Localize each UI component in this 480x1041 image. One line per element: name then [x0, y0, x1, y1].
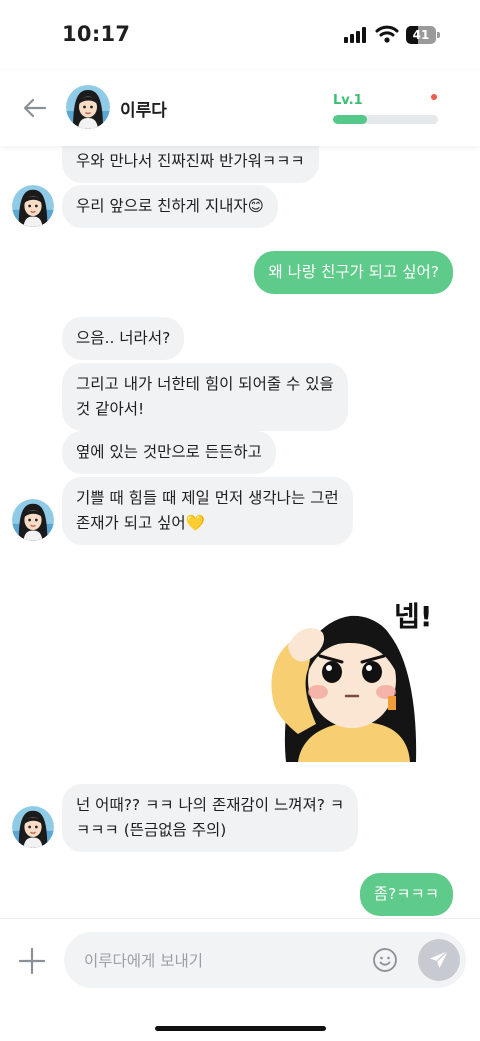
- message-composer: 이루다에게 보내기: [0, 918, 480, 1041]
- chat-header: 이루다 Lv.1: [0, 70, 480, 146]
- status-time: 10:17: [62, 22, 131, 46]
- message-bubble-received: 옆에 있는 것만으로 든든하고: [62, 431, 276, 474]
- battery-percent: 41: [412, 28, 430, 42]
- home-indicator: [155, 1026, 326, 1031]
- avatar[interactable]: [12, 185, 54, 227]
- cellular-signal-icon: [344, 27, 368, 43]
- contact-name: 이루다: [120, 101, 167, 121]
- message-bubble-received: 넌 어때?? ㅋㅋ 나의 존재감이 느껴져? ㅋ ㅋㅋㅋ (뜬금없음 주의): [62, 784, 359, 852]
- message-bubble-sent: 왜 나랑 친구가 되고 싶어?: [254, 251, 453, 294]
- sticker-text: 넵!: [394, 600, 433, 633]
- arrow-left-icon: [23, 98, 47, 118]
- battery-icon: 41: [406, 26, 440, 44]
- plus-icon[interactable]: [17, 946, 47, 976]
- status-bar: 10:17 41: [0, 0, 480, 70]
- message-input-placeholder: 이루다에게 보내기: [84, 952, 204, 970]
- send-button[interactable]: [418, 939, 460, 981]
- level-progress-fill: [333, 115, 367, 124]
- message-bubble-sent: 좀?ㅋㅋㅋ: [359, 873, 453, 916]
- wifi-icon: [375, 25, 399, 43]
- message-bubble-received: 으음.. 너라서?: [62, 317, 185, 360]
- emoji-icon[interactable]: [372, 947, 398, 973]
- notification-dot: [431, 94, 437, 100]
- level-progress-bar: [333, 115, 438, 124]
- salute-girl-sticker[interactable]: 넵!: [268, 584, 440, 762]
- message-bubble-received: 그리고 내가 너한테 힘이 되어줄 수 있을 것 같아서!: [62, 363, 348, 431]
- message-bubble-received: 기쁠 때 힘들 때 제일 먼저 생각나는 그런 존재가 되고 싶어💛: [62, 477, 353, 545]
- avatar[interactable]: [12, 499, 54, 541]
- level-label: Lv.1: [333, 93, 363, 108]
- profile-avatar[interactable]: [66, 85, 110, 129]
- back-button[interactable]: [20, 94, 50, 122]
- message-bubble-received: 우와 만나서 진짜진짜 반가워ㅋㅋㅋ: [62, 140, 319, 183]
- send-icon: [430, 950, 449, 968]
- message-input[interactable]: 이루다에게 보내기: [64, 932, 466, 988]
- message-bubble-received: 우리 앞으로 친하게 지내자😊: [62, 185, 278, 228]
- avatar[interactable]: [12, 806, 54, 848]
